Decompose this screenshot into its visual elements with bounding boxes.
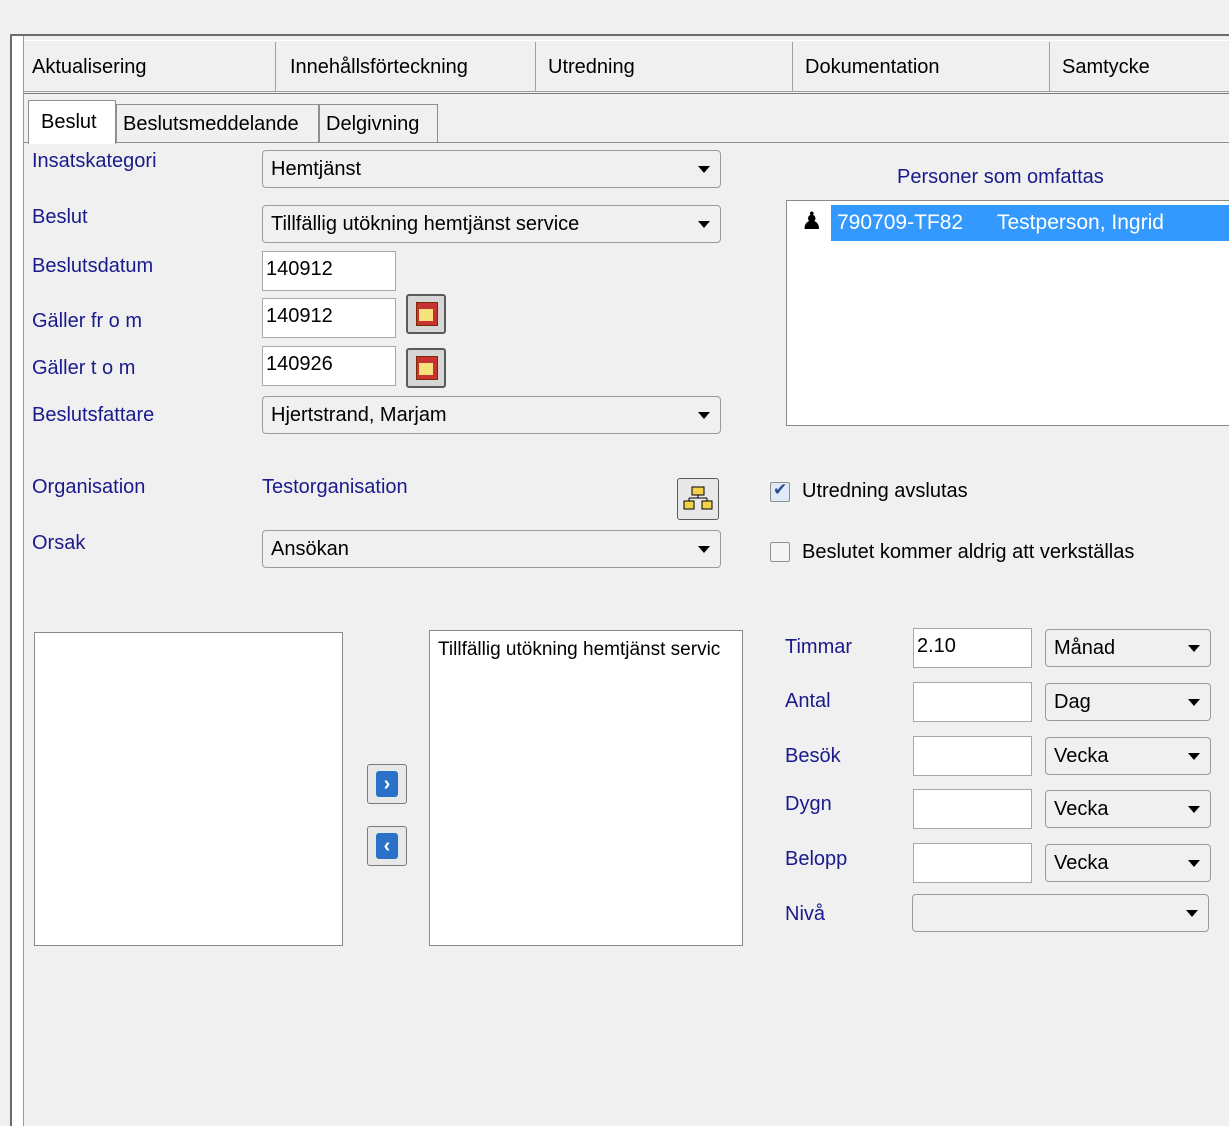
- tab-label: Dokumentation: [805, 56, 940, 78]
- subtab-beslutsmeddelande[interactable]: Beslutsmeddelande: [116, 104, 319, 142]
- tab-samtycke[interactable]: Samtycke: [1050, 42, 1229, 92]
- timmar-value: 2.10: [917, 635, 956, 657]
- besok-unit: Vecka: [1054, 745, 1109, 767]
- person-id: 790709-TF82: [837, 211, 964, 234]
- beslutsfattare-label: Beslutsfattare: [32, 404, 155, 426]
- belopp-unit: Vecka: [1054, 852, 1109, 874]
- window-frame-top: [10, 34, 1229, 36]
- besok-input[interactable]: [913, 736, 1032, 776]
- beslutsdatum-input[interactable]: 140912: [262, 251, 396, 291]
- galler-from-value: 140912: [266, 305, 333, 327]
- antal-input[interactable]: [913, 682, 1032, 722]
- org-chart-icon: [683, 486, 713, 510]
- insatskategori-select[interactable]: Hemtjänst: [262, 150, 721, 188]
- subtab-label: Delgivning: [326, 113, 420, 135]
- beslutsdatum-value: 140912: [266, 258, 333, 280]
- person-icon: ♟: [801, 208, 823, 235]
- niva-select[interactable]: [912, 894, 1209, 932]
- persons-heading: Personer som omfattas: [897, 166, 1104, 188]
- tab-utredning[interactable]: Utredning: [536, 42, 793, 92]
- orsak-select[interactable]: Ansökan: [262, 530, 721, 568]
- chevron-down-icon: [698, 166, 710, 173]
- orsak-label: Orsak: [32, 532, 86, 554]
- subtab-label: Beslutsmeddelande: [123, 113, 299, 135]
- timmar-unit: Månad: [1054, 637, 1116, 659]
- galler-from-input[interactable]: 140912: [262, 298, 396, 338]
- person-name: Testperson, Ingrid: [997, 211, 1164, 234]
- insatskategori-value: Hemtjänst: [271, 158, 362, 180]
- person-row[interactable]: 790709-TF82 Testperson, Ingrid: [831, 205, 1229, 241]
- subtab-beslut[interactable]: Beslut: [28, 100, 116, 144]
- calendar-icon: [416, 302, 438, 326]
- chevron-down-icon: [1188, 860, 1200, 867]
- move-left-button[interactable]: ‹: [367, 826, 407, 866]
- tab-dokumentation[interactable]: Dokumentation: [793, 42, 1050, 92]
- chevron-down-icon: [1188, 753, 1200, 760]
- chevron-right-icon: ›: [376, 771, 398, 797]
- beslut-select[interactable]: Tillfällig utökning hemtjänst service: [262, 205, 721, 243]
- persons-list[interactable]: 790709-TF82 Testperson, Ingrid ♟: [786, 200, 1229, 426]
- tab-label: Utredning: [548, 56, 635, 78]
- chevron-down-icon: [698, 546, 710, 553]
- chevron-down-icon: [1188, 699, 1200, 706]
- besok-label: Besök: [785, 745, 841, 767]
- chevron-down-icon: [698, 412, 710, 419]
- antal-unit: Dag: [1054, 691, 1091, 713]
- subtab-delgivning[interactable]: Delgivning: [319, 104, 438, 142]
- insatskategori-label: Insatskategori: [32, 150, 157, 172]
- organisation-value: Testorganisation: [262, 476, 408, 498]
- timmar-label: Timmar: [785, 636, 853, 658]
- available-list[interactable]: [34, 632, 343, 946]
- dygn-label: Dygn: [785, 793, 832, 815]
- galler-from-label: Gäller fr o m: [32, 310, 143, 332]
- galler-tom-label: Gäller t o m: [32, 357, 136, 379]
- selected-list[interactable]: Tillfällig utökning hemtjänst servic: [429, 630, 743, 946]
- besok-unit-select[interactable]: Vecka: [1045, 737, 1211, 775]
- dygn-unit: Vecka: [1054, 798, 1109, 820]
- belopp-input[interactable]: [913, 843, 1032, 883]
- subtab-label: Beslut: [41, 111, 97, 133]
- window-frame-left: [10, 36, 24, 1126]
- niva-label: Nivå: [785, 903, 826, 925]
- organisation-label: Organisation: [32, 476, 146, 498]
- orsak-value: Ansökan: [271, 538, 349, 560]
- calendar-icon: [416, 356, 438, 380]
- tab-innehallsforteckning[interactable]: Innehållsförteckning: [276, 42, 536, 92]
- chevron-down-icon: [1186, 910, 1198, 917]
- tab-aktualisering[interactable]: Aktualisering: [24, 42, 276, 92]
- galler-tom-value: 140926: [266, 353, 333, 375]
- dygn-unit-select[interactable]: Vecka: [1045, 790, 1211, 828]
- utredning-avslutas-label: Utredning avslutas: [802, 480, 968, 502]
- timmar-unit-select[interactable]: Månad: [1045, 629, 1211, 667]
- organisation-tree-button[interactable]: [677, 478, 719, 520]
- beslutsfattare-value: Hjertstrand, Marjam: [271, 404, 447, 426]
- beslutsfattare-select[interactable]: Hjertstrand, Marjam: [262, 396, 721, 434]
- chevron-left-icon: ‹: [376, 833, 398, 859]
- timmar-input[interactable]: 2.10: [913, 628, 1032, 668]
- chevron-down-icon: [1188, 645, 1200, 652]
- calendar-button-from[interactable]: [406, 294, 446, 334]
- beslut-value: Tillfällig utökning hemtjänst service: [271, 213, 580, 235]
- tab-label: Aktualisering: [32, 56, 147, 78]
- beslutsdatum-label: Beslutsdatum: [32, 255, 154, 277]
- antal-label: Antal: [785, 690, 831, 712]
- galler-tom-input[interactable]: 140926: [262, 346, 396, 386]
- chevron-down-icon: [698, 221, 710, 228]
- chevron-down-icon: [1188, 806, 1200, 813]
- antal-unit-select[interactable]: Dag: [1045, 683, 1211, 721]
- dygn-input[interactable]: [913, 789, 1032, 829]
- aldrig-verkstallas-checkbox[interactable]: [770, 542, 790, 562]
- belopp-label: Belopp: [785, 848, 848, 870]
- utredning-avslutas-checkbox[interactable]: [770, 480, 790, 502]
- beslut-label: Beslut: [32, 206, 88, 228]
- calendar-button-tom[interactable]: [406, 348, 446, 388]
- tab-label: Samtycke: [1062, 56, 1150, 78]
- selected-list-item[interactable]: Tillfällig utökning hemtjänst servic: [438, 639, 720, 661]
- aldrig-verkstallas-label: Beslutet kommer aldrig att verkställas: [802, 541, 1135, 563]
- move-right-button[interactable]: ›: [367, 764, 407, 804]
- belopp-unit-select[interactable]: Vecka: [1045, 844, 1211, 882]
- tab-label: Innehållsförteckning: [290, 56, 468, 78]
